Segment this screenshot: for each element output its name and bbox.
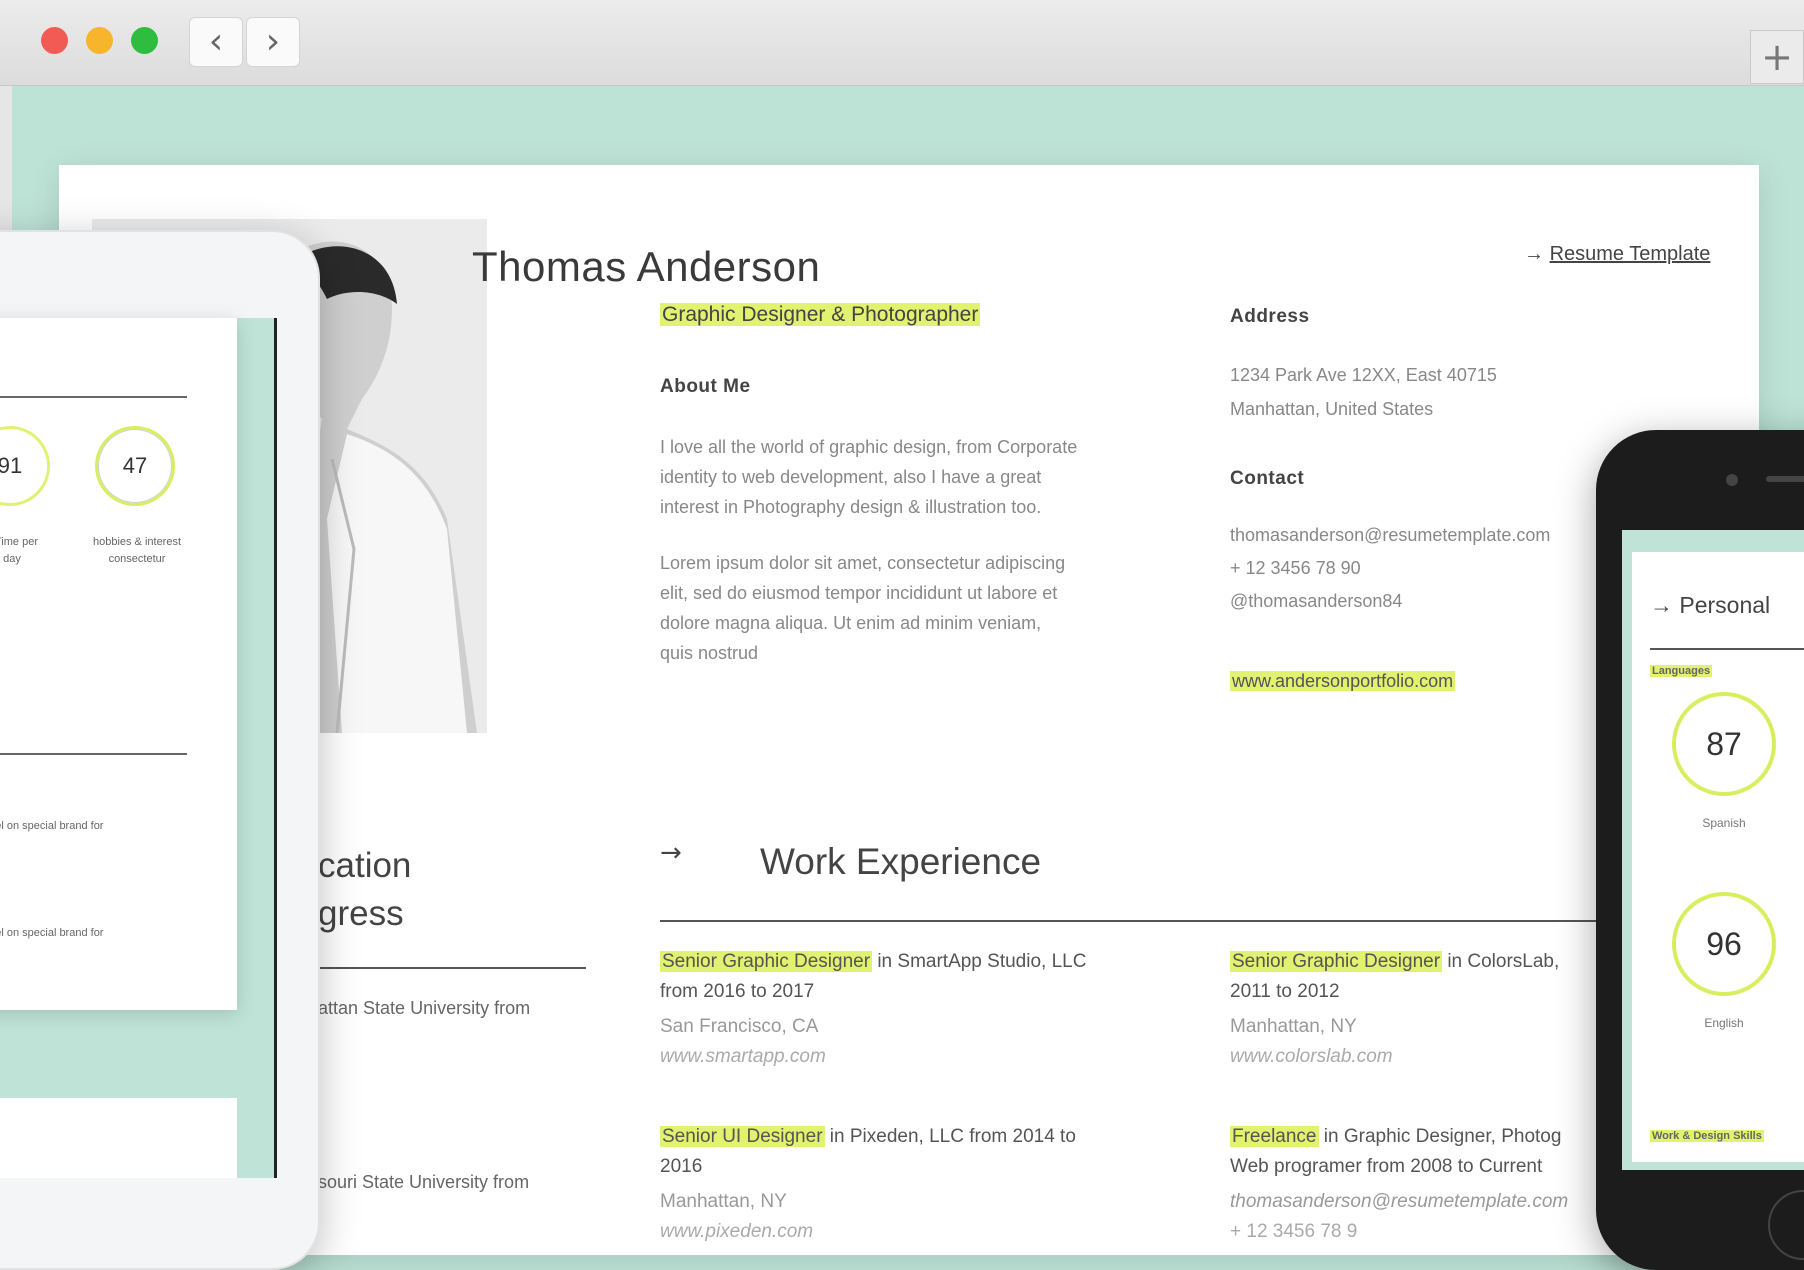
- browser-toolbar: ‹ › +: [0, 0, 1804, 86]
- tablet-screen: 91 47 e Time per day hobbies & interest …: [0, 318, 277, 1178]
- phone-section-title: → Personal: [1650, 592, 1771, 618]
- phone-skills-label: Work & Design Skills: [1650, 1130, 1764, 1142]
- zoom-window-button[interactable]: [131, 27, 158, 54]
- language-score-ring: 96: [1672, 892, 1776, 996]
- plus-icon: +: [1761, 35, 1793, 79]
- education-item: souri State University from: [318, 1172, 530, 1192]
- tablet-small-text: s label on special brand for: [0, 927, 104, 939]
- tablet-ring-label: hobbies & interest consectetur: [92, 536, 182, 565]
- tablet-divider: [0, 396, 187, 398]
- arrow-right-icon: →: [1524, 243, 1550, 265]
- address-heading: Address: [1230, 306, 1310, 327]
- job-entry: Senior Graphic Designer in ColorsLab, 20…: [1230, 947, 1559, 1072]
- work-divider: [660, 920, 1660, 922]
- new-tab-button[interactable]: +: [1750, 30, 1804, 84]
- arrow-right-icon: →: [1650, 592, 1680, 618]
- language-label: English: [1704, 1016, 1744, 1030]
- job-url[interactable]: www.colorslab.com: [1230, 1042, 1559, 1072]
- chevron-right-icon: ›: [265, 21, 281, 62]
- contact-email[interactable]: thomasanderson@resumetemplate.com: [1230, 519, 1550, 552]
- phone-card: → Personal Languages 87 Spanish 96 Engli…: [1632, 552, 1804, 1162]
- arrow-right-icon: →: [660, 838, 682, 868]
- forward-button[interactable]: ›: [246, 17, 300, 67]
- tablet-small-text: s label on special brand for: [0, 820, 104, 832]
- job-entry: Freelance in Graphic Designer, Photog We…: [1230, 1126, 1569, 1242]
- about-paragraph-2: Lorem ipsum dolor sit amet, consectetur …: [660, 553, 1066, 663]
- tablet-score-ring: 47: [95, 426, 175, 506]
- tablet-card: [0, 1098, 237, 1178]
- education-divider: [318, 967, 586, 969]
- close-window-button[interactable]: [41, 27, 68, 54]
- phone-mockup: → Personal Languages 87 Spanish 96 Engli…: [1596, 430, 1804, 1270]
- tablet-divider: [0, 753, 187, 755]
- tablet-card: 91 47 e Time per day hobbies & interest …: [0, 318, 237, 1010]
- job-entry: Senior Graphic Designer in SmartApp Stud…: [660, 947, 1086, 1072]
- education-title: cation gress: [318, 846, 412, 933]
- job-url[interactable]: www.smartapp.com: [660, 1042, 1086, 1072]
- contact-heading: Contact: [1230, 468, 1305, 489]
- education-item: attan State University from: [318, 998, 531, 1018]
- home-button[interactable]: [1768, 1190, 1804, 1260]
- job-entry: Senior UI Designer in Pixeden, LLC from …: [660, 1122, 1076, 1247]
- contact-text: thomasanderson@resumetemplate.com + 12 3…: [1230, 519, 1550, 618]
- phone-screen: → Personal Languages 87 Spanish 96 Engli…: [1622, 530, 1804, 1170]
- language-label: Spanish: [1702, 816, 1746, 830]
- camera-icon: [1726, 474, 1738, 486]
- about-heading: About Me: [660, 376, 751, 397]
- phone-divider: [1650, 648, 1804, 650]
- chevron-left-icon: ‹: [208, 21, 224, 62]
- speaker-icon: [1766, 476, 1804, 482]
- work-experience-title: Work Experience: [760, 841, 1042, 882]
- job-subtitle: Graphic Designer & Photographer: [660, 303, 981, 326]
- person-name: Thomas Anderson: [472, 243, 821, 290]
- address-text: 1234 Park Ave 12XX, East 40715 Manhattan…: [1230, 365, 1497, 419]
- contact-handle: @thomasanderson84: [1230, 591, 1403, 611]
- tablet-score-ring: 91: [0, 426, 50, 506]
- about-paragraph-1: I love all the world of graphic design, …: [660, 437, 1078, 517]
- minimize-window-button[interactable]: [86, 27, 113, 54]
- website-link[interactable]: www.andersonportfolio.com: [1230, 671, 1456, 692]
- language-score-ring: 87: [1672, 692, 1776, 796]
- job-url[interactable]: www.pixeden.com: [660, 1217, 1076, 1247]
- phone-languages-label: Languages: [1650, 665, 1713, 677]
- resume-template-link[interactable]: → Resume Template: [1524, 243, 1710, 266]
- tablet-ring-label: e Time per day: [0, 536, 38, 565]
- back-button[interactable]: ‹: [189, 17, 243, 67]
- contact-phone: + 12 3456 78 90: [1230, 558, 1361, 578]
- tablet-mockup: 91 47 e Time per day hobbies & interest …: [0, 230, 320, 1270]
